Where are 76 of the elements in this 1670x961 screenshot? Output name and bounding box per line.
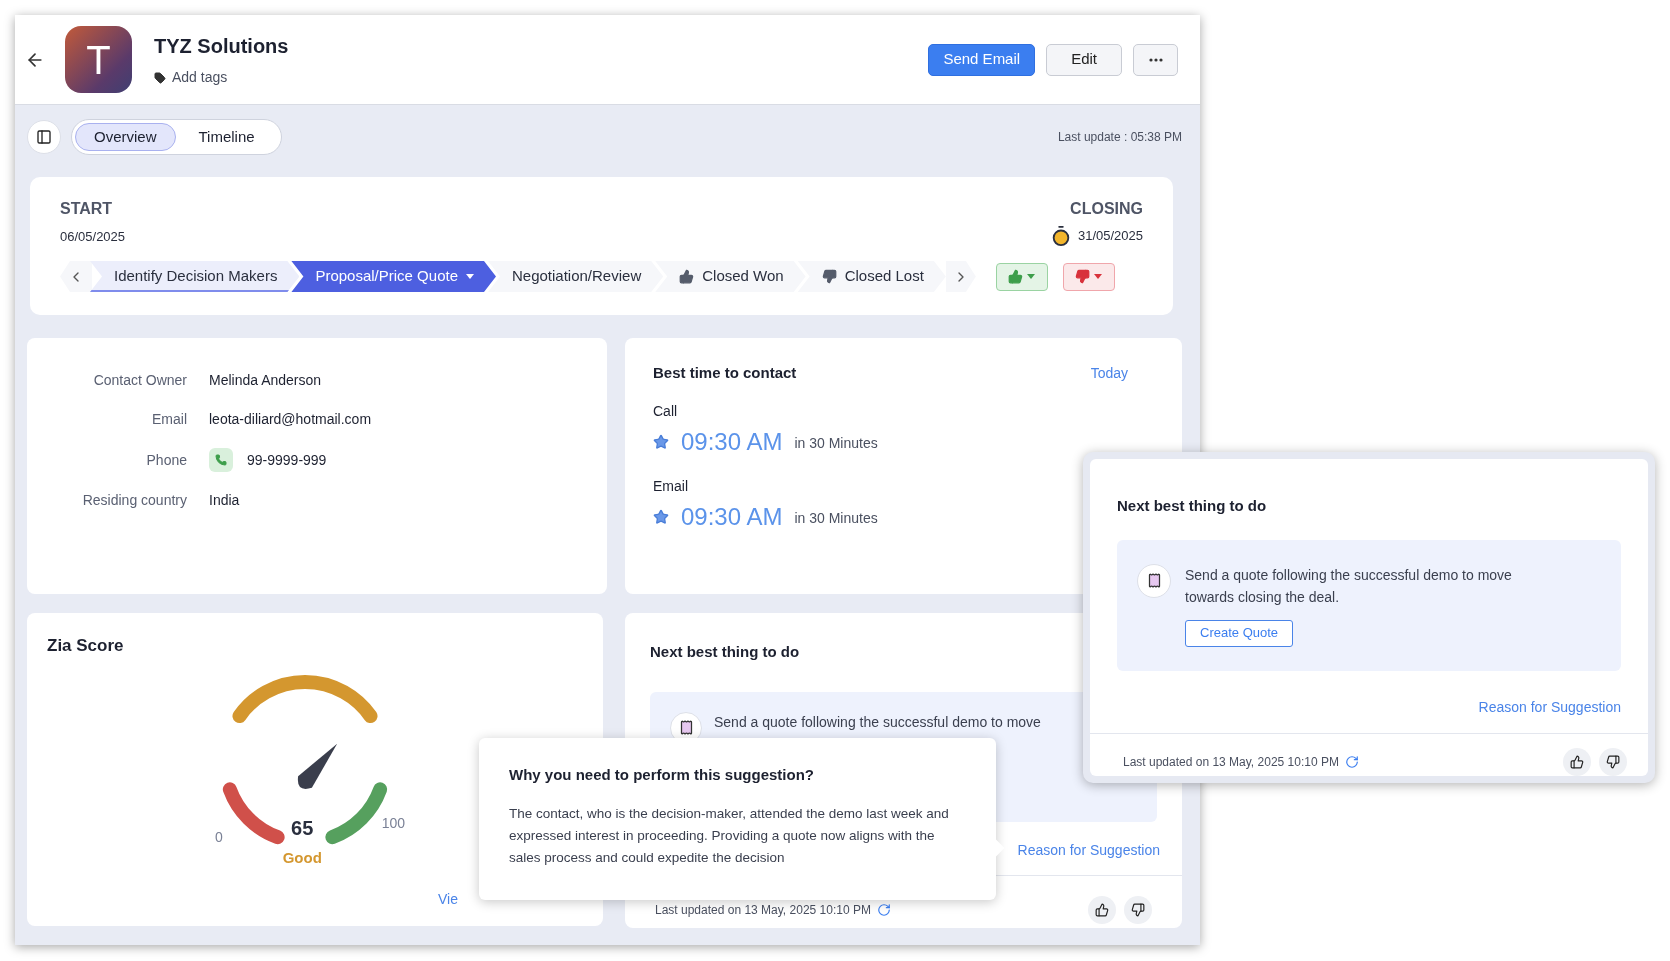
- score-value: 65: [291, 815, 314, 841]
- dislike-button[interactable]: [1599, 748, 1627, 776]
- pipeline-stage[interactable]: Identify Decision Makers: [90, 261, 300, 292]
- popup-title: Next best thing to do: [1117, 496, 1268, 516]
- gauge-max: 100: [381, 813, 405, 833]
- like-button[interactable]: [1088, 895, 1116, 924]
- like-button[interactable]: [1563, 748, 1591, 776]
- tooltip-title: Why you need to perform this suggestion?: [509, 765, 815, 785]
- quote-icon: [1137, 563, 1171, 598]
- field-value: Melinda Anderson: [209, 371, 323, 390]
- thumbs-up-icon: [1570, 755, 1584, 769]
- pipeline-stage[interactable]: Negotiation/Review: [488, 261, 664, 292]
- card-title: Best time to contact: [653, 363, 797, 383]
- more-icon: [1148, 57, 1163, 62]
- panel-icon: [36, 129, 52, 145]
- channel-label: Call: [653, 401, 679, 421]
- contact-time: 09:30 AM: [681, 501, 783, 532]
- thumbs-up-icon: [1095, 902, 1109, 917]
- field-label: Email: [151, 410, 187, 429]
- field-label: Residing country: [81, 491, 187, 510]
- closing-date: 31/05/2025: [1077, 227, 1143, 246]
- updated-text: Last updated on 13 May, 2025 10:10 PM: [1123, 754, 1339, 771]
- pipeline-stage[interactable]: Closed Won: [655, 261, 806, 292]
- score-rating: Good: [282, 847, 322, 868]
- thumbs-down-icon: [1606, 755, 1620, 769]
- updated-text: Last updated on 13 May, 2025 10:10 PM: [655, 901, 871, 919]
- tooltip-text: The contact, who is the decision-maker, attended the demo last week and expressed interest in proceeding. Providing a quote now aligns with the sales process and could expedite the decision: [509, 804, 950, 867]
- tag-icon: [154, 71, 166, 84]
- thumbs-down-icon: [1131, 902, 1145, 917]
- field-value: leota-diliard@hotmail.com: [209, 410, 373, 429]
- pipeline-stage[interactable]: Closed Lost: [797, 261, 946, 292]
- view-tab[interactable]: Timeline: [175, 123, 278, 151]
- won-button[interactable]: [995, 262, 1048, 291]
- relative-time: in 30 Minutes: [794, 509, 878, 528]
- caret-icon: [1027, 274, 1036, 279]
- star-icon: [653, 508, 669, 525]
- start-label: START: [60, 199, 114, 219]
- card-title: Next best thing to do: [650, 642, 801, 662]
- record-title: TYZ Solutions: [154, 34, 289, 59]
- closing-label: CLOSING: [1070, 199, 1143, 219]
- avatar: T: [65, 26, 132, 93]
- dislike-button[interactable]: [1124, 895, 1152, 924]
- card-title: Zia Score: [47, 635, 125, 657]
- lost-button[interactable]: [1062, 262, 1115, 291]
- suggestion-text: Send a quote following the successful demo to move towards closing the deal.: [1185, 565, 1513, 607]
- channel-label: Email: [653, 476, 689, 496]
- caret-icon: [466, 274, 474, 279]
- suggestion-text: Send a quote following the successful demo to move: [714, 712, 1041, 732]
- thumbs-down-icon: [1075, 269, 1091, 284]
- reason-link[interactable]: Reason for Suggestion: [1478, 697, 1621, 718]
- caret-icon: [1094, 274, 1103, 279]
- relative-time: in 30 Minutes: [794, 434, 878, 453]
- field-label: Phone: [145, 450, 187, 470]
- thumbs-up-icon: [679, 269, 695, 284]
- panel-toggle-button[interactable]: [27, 120, 61, 154]
- field-label: Contact Owner: [92, 371, 187, 390]
- send-email-button[interactable]: Send Email: [928, 43, 1036, 76]
- edit-button[interactable]: Edit: [1046, 43, 1122, 76]
- pipeline-stage[interactable]: Proposal/Price Quote: [291, 261, 496, 292]
- today-link[interactable]: Today: [1090, 362, 1128, 384]
- view-tab[interactable]: Overview: [75, 123, 176, 151]
- star-icon: [653, 433, 669, 450]
- last-update-text: Last update : 05:38 PM: [1057, 129, 1182, 146]
- phone-icon[interactable]: [209, 448, 233, 472]
- refresh-icon[interactable]: [1344, 755, 1359, 769]
- thumbs-up-icon: [1008, 269, 1024, 284]
- field-value: India: [209, 491, 241, 510]
- add-tags-link[interactable]: Add tags: [154, 67, 289, 88]
- gauge-min: 0: [215, 827, 223, 847]
- create-quote-button[interactable]: Create Quote: [1185, 619, 1294, 647]
- start-date: 06/05/2025: [60, 228, 126, 246]
- reason-link[interactable]: Reason for Suggestion: [1017, 839, 1160, 861]
- thumbs-down-icon: [821, 269, 837, 284]
- contact-time: 09:30 AM: [681, 426, 783, 457]
- field-value: 99-9999-999: [247, 450, 327, 470]
- refresh-icon[interactable]: [876, 902, 891, 917]
